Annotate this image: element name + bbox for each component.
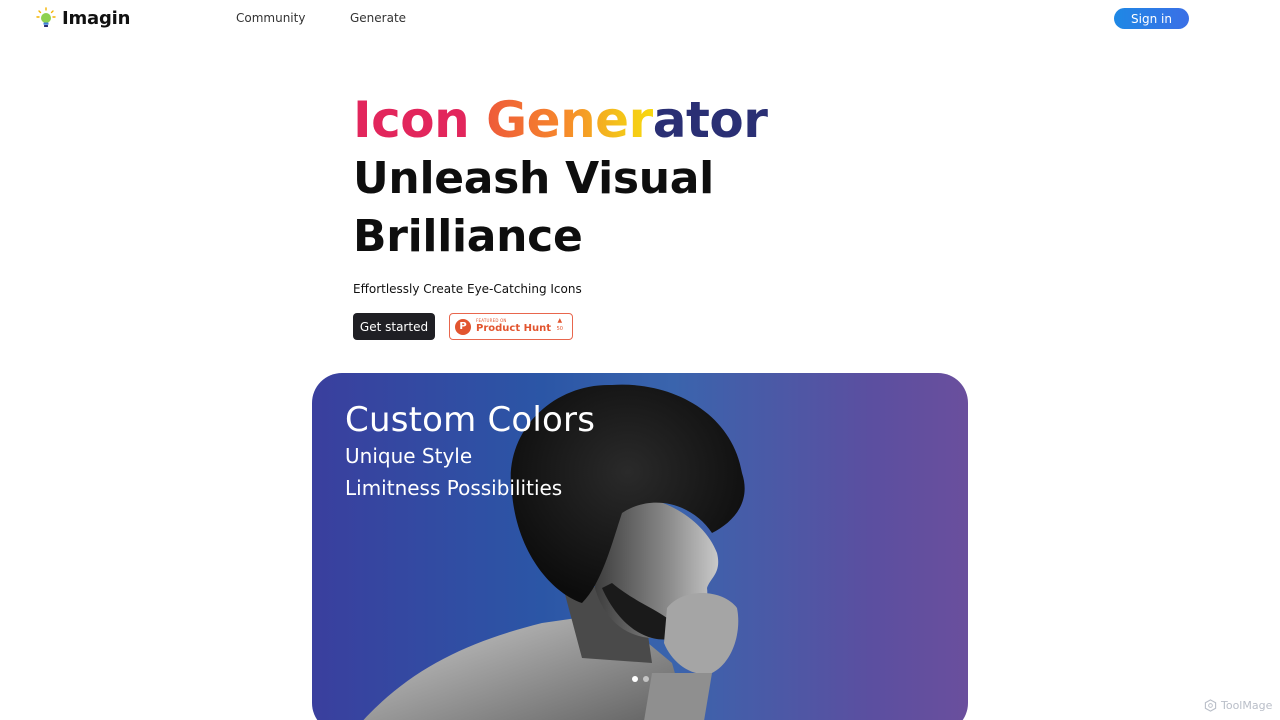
headline-line-1: Unleash Visual: [353, 153, 714, 204]
title-word-icon: Icon: [353, 91, 470, 149]
brand-name: Imagin: [62, 7, 131, 29]
product-hunt-votes: ▲ 50: [557, 318, 563, 332]
toolmage-logo-icon: [1204, 699, 1217, 712]
title-part-gener: Gener: [486, 91, 653, 149]
hero-headline: Unleash Visual Brilliance: [353, 150, 714, 266]
title-part-ator: ator: [652, 91, 768, 149]
nav-community[interactable]: Community: [236, 11, 305, 25]
carousel-dots: [632, 676, 649, 682]
carousel-dot-1[interactable]: [632, 676, 638, 682]
product-hunt-name: Product Hunt: [476, 323, 551, 334]
product-hunt-badge[interactable]: P FEATURED ON Product Hunt ▲ 50: [449, 313, 573, 340]
showcase-line-1: Unique Style: [345, 444, 473, 468]
brand-logo[interactable]: Imagin: [36, 7, 130, 29]
lightbulb-icon: [36, 7, 56, 27]
carousel-dot-2[interactable]: [643, 676, 649, 682]
product-hunt-text: FEATURED ON Product Hunt: [476, 319, 551, 334]
upvote-arrow-icon: ▲: [557, 317, 563, 324]
watermark: ToolMage: [1204, 699, 1272, 712]
showcase-title: Custom Colors: [345, 400, 596, 440]
showcase-line-2: Limitness Possibilities: [345, 476, 563, 500]
top-navbar: Imagin Community Generate Sign in: [0, 0, 1280, 38]
product-hunt-icon: P: [455, 318, 471, 335]
hero-subtitle: Effortlessly Create Eye-Catching Icons: [353, 282, 582, 296]
product-hunt-vote-count: 50: [556, 326, 563, 332]
watermark-text: ToolMage: [1221, 699, 1273, 712]
get-started-button[interactable]: Get started: [353, 313, 435, 340]
sign-in-button[interactable]: Sign in: [1114, 8, 1189, 29]
showcase-carousel: Custom Colors Unique Style Limitness Pos…: [312, 373, 968, 720]
nav-generate[interactable]: Generate: [350, 11, 406, 25]
hero-title: Icon Generator: [353, 90, 768, 150]
headline-line-2: Brilliance: [353, 211, 583, 262]
